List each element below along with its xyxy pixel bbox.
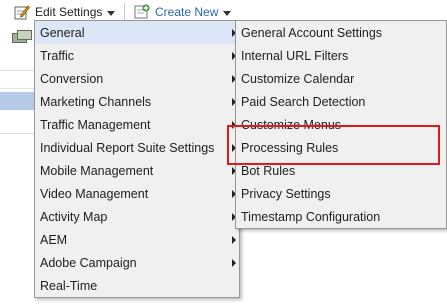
- submenu-item-label: Internal URL Filters: [241, 48, 349, 63]
- menu-item-label: AEM: [40, 232, 68, 247]
- submenu-item-timestamp-configuration[interactable]: Timestamp Configuration: [236, 205, 446, 228]
- menu-item-label: Real-Time: [40, 278, 98, 293]
- submenu-item-label: Timestamp Configuration: [241, 209, 381, 224]
- create-new-label: Create New: [155, 5, 219, 19]
- toolbar-divider: [124, 3, 125, 20]
- menu-item-aem[interactable]: AEM: [35, 228, 239, 251]
- submenu-item-privacy-settings[interactable]: Privacy Settings: [236, 182, 446, 205]
- menu-item-label: Marketing Channels: [40, 94, 152, 109]
- menu-item-label: Mobile Management: [40, 163, 154, 178]
- settings-menu: General Traffic Conversion Marketing Channe…: [34, 20, 240, 298]
- edit-settings-label: Edit Settings: [35, 5, 103, 19]
- submenu-item-internal-url-filters[interactable]: Internal URL Filters: [236, 44, 446, 67]
- menu-item-conversion[interactable]: Conversion: [35, 67, 239, 90]
- submenu-item-label: Customize Menus: [241, 117, 342, 132]
- menu-item-label: Activity Map: [40, 209, 108, 224]
- screen: Edit Settings Create New General Traffic C…: [0, 0, 447, 308]
- general-submenu: General Account Settings Internal URL Fil…: [235, 20, 447, 229]
- submenu-item-general-account-settings[interactable]: General Account Settings: [236, 21, 446, 44]
- submenu-item-processing-rules[interactable]: Processing Rules: [236, 136, 446, 159]
- submenu-item-label: Privacy Settings: [241, 186, 331, 201]
- menu-item-video-management[interactable]: Video Management: [35, 182, 239, 205]
- submenu-item-label: Bot Rules: [241, 163, 296, 178]
- submenu-item-label: Customize Calendar: [241, 71, 355, 86]
- submenu-item-label: Processing Rules: [241, 140, 339, 155]
- submenu-item-customize-calendar[interactable]: Customize Calendar: [236, 67, 446, 90]
- menu-item-individual-report-suite-settings[interactable]: Individual Report Suite Settings: [35, 136, 239, 159]
- edit-settings-button[interactable]: Edit Settings: [14, 3, 116, 21]
- submenu-arrow-icon: [232, 259, 236, 267]
- menu-item-marketing-channels[interactable]: Marketing Channels: [35, 90, 239, 113]
- submenu-item-bot-rules[interactable]: Bot Rules: [236, 159, 446, 182]
- create-new-button[interactable]: Create New: [134, 3, 232, 21]
- submenu-item-customize-menus[interactable]: Customize Menus: [236, 113, 446, 136]
- menu-item-traffic-management[interactable]: Traffic Management: [35, 113, 239, 136]
- menu-item-activity-map[interactable]: Activity Map: [35, 205, 239, 228]
- menu-item-label: Video Management: [40, 186, 149, 201]
- chevron-down-icon: [107, 10, 116, 16]
- report-suite-icon: [12, 30, 32, 43]
- menu-item-label: Adobe Campaign: [40, 255, 137, 270]
- edit-icon: [14, 5, 30, 20]
- chevron-down-icon: [223, 10, 232, 16]
- menu-item-real-time[interactable]: Real-Time: [35, 274, 239, 297]
- menu-item-adobe-campaign[interactable]: Adobe Campaign: [35, 251, 239, 274]
- submenu-arrow-icon: [232, 236, 236, 244]
- submenu-item-label: General Account Settings: [241, 25, 383, 40]
- menu-item-mobile-management[interactable]: Mobile Management: [35, 159, 239, 182]
- menu-item-traffic[interactable]: Traffic: [35, 44, 239, 67]
- menu-item-label: Traffic Management: [40, 117, 151, 132]
- menu-item-label: Individual Report Suite Settings: [40, 140, 215, 155]
- submenu-item-paid-search-detection[interactable]: Paid Search Detection: [236, 90, 446, 113]
- menu-item-label: Conversion: [40, 71, 104, 86]
- menu-item-label: Traffic: [40, 48, 75, 63]
- menu-item-label: General: [40, 25, 85, 40]
- menu-item-general[interactable]: General: [35, 21, 239, 44]
- submenu-item-label: Paid Search Detection: [241, 94, 366, 109]
- create-new-icon: [134, 4, 150, 19]
